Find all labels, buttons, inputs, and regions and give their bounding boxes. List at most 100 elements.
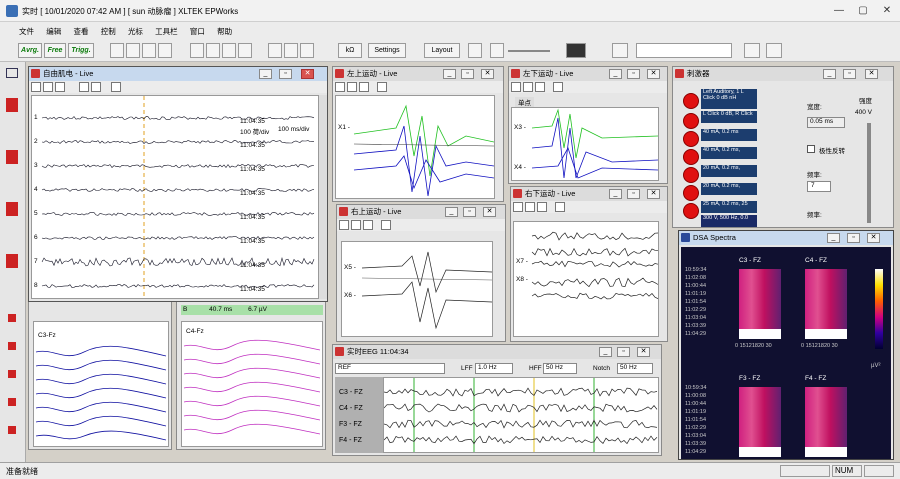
layout-button[interactable]: Layout [424, 43, 460, 58]
window-header[interactable]: 实时EEG 11:04:34 _ ▫ ✕ [333, 345, 661, 359]
runner-icon[interactable] [6, 254, 18, 268]
list-icon[interactable] [6, 68, 18, 78]
bar-icon[interactable] [553, 82, 563, 92]
cursor2-icon[interactable] [206, 43, 220, 58]
zoom-in-icon[interactable] [351, 220, 361, 230]
stim-row[interactable]: 40 mA, 0.2 ms [701, 129, 757, 141]
window-restore-button[interactable]: ▫ [627, 69, 640, 79]
zoom-out-icon[interactable] [535, 82, 545, 92]
record-dot-icon[interactable] [8, 314, 16, 322]
runner-icon[interactable] [6, 98, 18, 112]
monitor-icon[interactable] [91, 82, 101, 92]
window-close-button[interactable]: ✕ [483, 207, 496, 217]
volume-icon[interactable] [490, 43, 504, 58]
window-close-button[interactable]: ✕ [865, 69, 878, 79]
stim-toggle-button[interactable] [683, 203, 699, 219]
bar-icon[interactable] [377, 82, 387, 92]
notch-select[interactable]: 50 Hz [617, 363, 653, 374]
record-icon[interactable] [142, 43, 156, 58]
menu-file[interactable]: 文件 [14, 26, 39, 37]
zoom-out-icon[interactable] [55, 82, 65, 92]
info-icon[interactable] [268, 43, 282, 58]
menu-help[interactable]: 帮助 [212, 26, 237, 37]
window-restore-button[interactable]: ▫ [463, 207, 476, 217]
record-dot-icon[interactable] [8, 398, 16, 406]
single-point-tab[interactable]: 单点 [515, 97, 534, 107]
stim-row[interactable]: 25 mA, 0.2 ms, 25 [701, 201, 757, 213]
rate-input[interactable]: 7 [807, 181, 831, 192]
zoom-icon[interactable] [513, 202, 523, 212]
stim-row[interactable]: Left Auditory, 1 L Click 0 dB nH [701, 89, 757, 109]
stim-row[interactable]: 40 mA, 0.2 ms, [701, 147, 757, 159]
zoom-in-icon[interactable] [523, 82, 533, 92]
window-restore-button[interactable]: ▫ [461, 69, 474, 79]
menu-cursor[interactable]: 光标 [123, 26, 148, 37]
zoom-icon[interactable] [335, 82, 345, 92]
trigg-button[interactable]: Trigg. [68, 43, 94, 58]
window-restore-button[interactable]: ▫ [279, 69, 292, 79]
stim-row[interactable]: L Click 0 dB, R Click [701, 111, 757, 123]
hand-icon[interactable] [612, 43, 628, 58]
runner-icon[interactable] [6, 150, 18, 164]
audio-icon[interactable] [468, 43, 482, 58]
cursor-icon[interactable] [190, 43, 204, 58]
record-dot-icon[interactable] [8, 342, 16, 350]
menu-toolbar[interactable]: 工具栏 [150, 26, 183, 37]
window-restore-button[interactable]: ▫ [627, 189, 640, 199]
stim-toggle-button[interactable] [683, 167, 699, 183]
window-close-button[interactable]: ✕ [301, 69, 314, 79]
window-header[interactable]: 右上运动 - Live _ ▫ ✕ [337, 205, 505, 219]
emg-scrollbar[interactable] [319, 95, 327, 299]
camera-icon[interactable] [566, 43, 586, 58]
record-dot-icon[interactable] [8, 370, 16, 378]
lff-select[interactable]: 1.0 Hz [475, 363, 513, 374]
play-icon[interactable] [126, 43, 140, 58]
window-minimize-button[interactable]: _ [609, 69, 622, 79]
window-minimize-button[interactable]: _ [609, 189, 622, 199]
menu-view[interactable]: 查看 [68, 26, 93, 37]
intensity-slider[interactable] [867, 123, 871, 223]
window-header[interactable]: 右下运动 - Live _ ▫ ✕ [511, 187, 667, 201]
menu-edit[interactable]: 编辑 [41, 26, 66, 37]
window-close-button[interactable]: ✕ [647, 189, 660, 199]
bar-icon[interactable] [381, 220, 391, 230]
window-minimize-button[interactable]: _ [259, 69, 272, 79]
zoom-out-icon[interactable] [537, 202, 547, 212]
waveform2-icon[interactable] [238, 43, 252, 58]
stim-toggle-button[interactable] [683, 185, 699, 201]
volume-slider[interactable] [508, 50, 550, 52]
menu-control[interactable]: 控制 [96, 26, 121, 37]
window-restore-button[interactable]: ▫ [617, 347, 630, 357]
marker-icon[interactable] [158, 43, 172, 58]
event-go-icon[interactable] [766, 43, 782, 58]
zoom-out-icon[interactable] [363, 220, 373, 230]
menu-window[interactable]: 窗口 [185, 26, 210, 37]
window-minimize-button[interactable]: _ [823, 69, 836, 79]
stim-toggle-button[interactable] [683, 149, 699, 165]
zoom-icon[interactable] [31, 82, 41, 92]
stim-toggle-button[interactable] [683, 113, 699, 129]
window-close-button[interactable]: ✕ [481, 69, 494, 79]
stim-row[interactable]: 300 V, 500 Hz, 0.0 [701, 215, 757, 227]
hff-select[interactable]: 50 Hz [543, 363, 577, 374]
avrg-button[interactable]: Avrg. [18, 43, 42, 58]
table-icon[interactable] [300, 43, 314, 58]
stim-toggle-button[interactable] [683, 93, 699, 109]
window-minimize-button[interactable]: _ [445, 207, 458, 217]
close-button[interactable]: ✕ [876, 3, 898, 18]
window-minimize-button[interactable]: _ [443, 69, 456, 79]
duration-select[interactable]: 0.05 ms [807, 117, 845, 128]
window-header[interactable]: 刺激器 _ ▫ ✕ [673, 67, 893, 81]
stop-icon[interactable] [110, 43, 124, 58]
minimize-button[interactable]: — [828, 3, 850, 18]
window-minimize-button[interactable]: _ [599, 347, 612, 357]
settings-button[interactable]: Settings [368, 43, 406, 58]
zoom-out-icon[interactable] [359, 82, 369, 92]
window-restore-button[interactable]: ▫ [843, 69, 856, 79]
bar-icon[interactable] [111, 82, 121, 92]
free-button[interactable]: Free [44, 43, 66, 58]
window-close-button[interactable]: ✕ [637, 347, 650, 357]
zoom-in-icon[interactable] [347, 82, 357, 92]
print-icon[interactable] [284, 43, 298, 58]
polarity-checkbox[interactable] [807, 145, 815, 153]
